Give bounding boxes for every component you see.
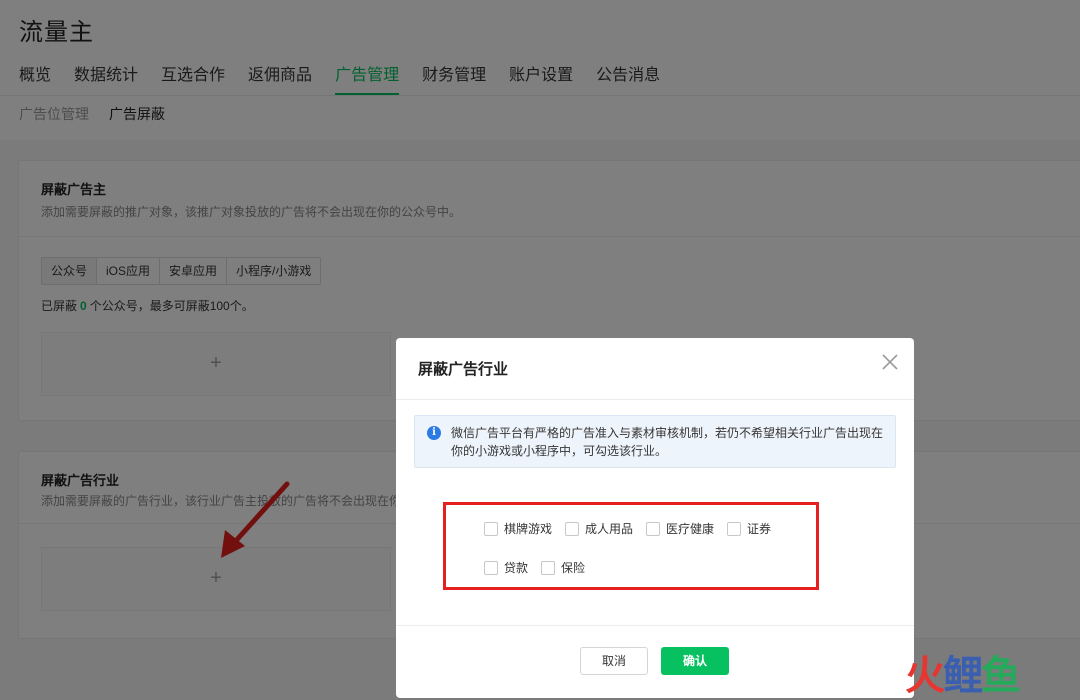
checkbox-icon[interactable]: [727, 521, 741, 536]
option-insurance[interactable]: 保险: [541, 559, 585, 576]
industry-options-highlight: [443, 502, 819, 590]
watermark-char: 鱼: [981, 654, 1021, 698]
watermark-char: 火: [905, 654, 945, 698]
option-adult-products[interactable]: 成人用品: [565, 520, 633, 537]
option-label: 棋牌游戏: [504, 522, 553, 536]
dialog-title: 屏蔽广告行业: [418, 361, 509, 378]
watermark-logo: 火鲤鱼: [905, 654, 1021, 698]
option-label: 成人用品: [585, 522, 634, 536]
option-loans[interactable]: 贷款: [484, 559, 528, 576]
cancel-button[interactable]: 取消: [580, 647, 648, 675]
checkbox-icon[interactable]: [484, 521, 498, 536]
watermark-char: 鲤: [943, 654, 983, 698]
dialog-divider-bottom: [396, 625, 914, 626]
option-medical-health[interactable]: 医疗健康: [646, 520, 714, 537]
block-industry-dialog: 屏蔽广告行业 i 微信广告平台有严格的广告准入与素材审核机制，若仍不希望相关行业…: [396, 338, 914, 698]
checkbox-icon[interactable]: [646, 521, 660, 536]
notice-text: 微信广告平台有严格的广告准入与素材审核机制，若仍不希望相关行业广告出现在你的小游…: [451, 426, 884, 458]
option-chess-card-games[interactable]: 棋牌游戏: [484, 520, 552, 537]
option-label: 医疗健康: [666, 522, 715, 536]
dialog-divider-top: [396, 399, 914, 400]
confirm-button[interactable]: 确认: [661, 647, 729, 675]
option-label: 证券: [747, 522, 772, 536]
option-label: 保险: [561, 561, 586, 575]
option-label: 贷款: [504, 561, 529, 575]
checkbox-icon[interactable]: [565, 521, 579, 536]
checkbox-icon[interactable]: [541, 560, 555, 575]
checkbox-icon[interactable]: [484, 560, 498, 575]
info-icon: i: [427, 426, 441, 440]
info-notice: i 微信广告平台有严格的广告准入与素材审核机制，若仍不希望相关行业广告出现在你的…: [414, 415, 896, 468]
option-securities[interactable]: 证券: [727, 520, 771, 537]
close-icon[interactable]: [878, 350, 902, 374]
